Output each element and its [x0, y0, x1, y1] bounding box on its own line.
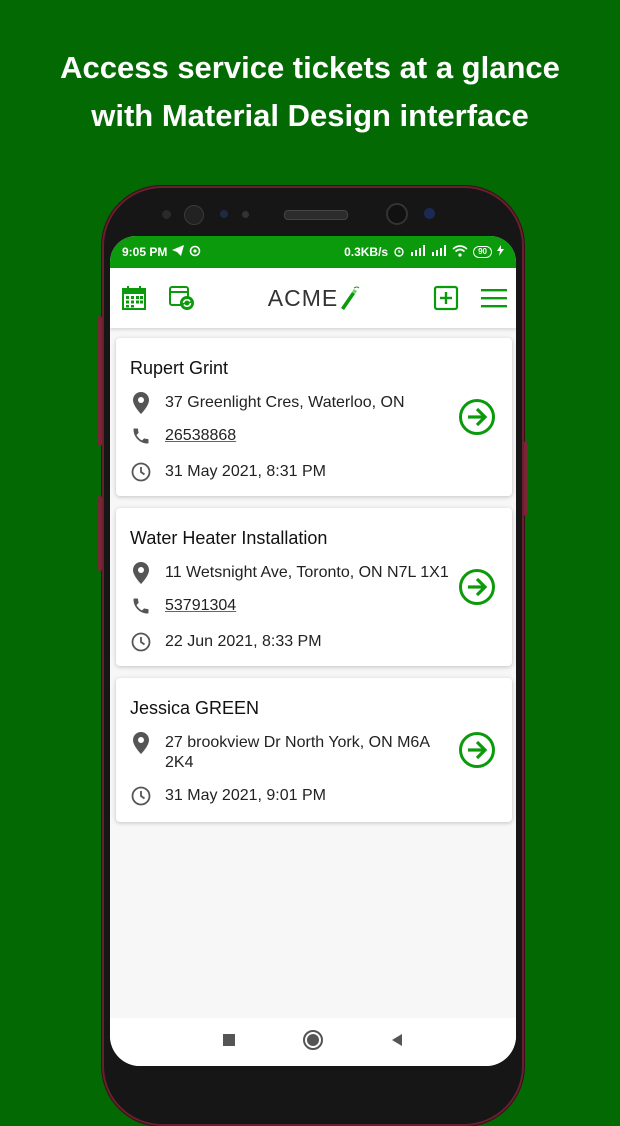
add-ticket-button[interactable]: [432, 284, 460, 312]
logo-text: ACME: [267, 284, 339, 311]
ticket-address: 37 Greenlight Cres, Waterloo, ON: [165, 394, 405, 411]
clock-icon: [130, 631, 152, 653]
open-ticket-arrow-icon[interactable]: [458, 568, 496, 606]
network-speed: 0.3KB/s: [344, 245, 389, 259]
alarm-icon: [393, 245, 405, 260]
phone-frame: 9:05 PM 0.3KB/s 90 ACME Rupert Grint 37 …: [98, 186, 528, 1126]
calendar-button[interactable]: [120, 284, 148, 312]
battery-icon: 90: [473, 246, 492, 258]
square-recents-icon: [223, 1033, 235, 1046]
back-button[interactable]: [390, 1033, 404, 1052]
acme-logo: ACME: [268, 285, 360, 312]
open-ticket-arrow-icon[interactable]: [458, 731, 496, 769]
charging-icon: [497, 245, 504, 259]
phone-screen: 9:05 PM 0.3KB/s 90 ACME Rupert Grint 37 …: [110, 236, 516, 1066]
rear-facing-camera: [386, 203, 408, 225]
hamburger-menu-icon: [480, 289, 507, 308]
location-pin-icon: [130, 562, 152, 584]
circle-home-icon: [303, 1029, 323, 1050]
front-camera: [184, 205, 204, 225]
system-navigation-bar: [110, 1018, 516, 1066]
clock-icon: [130, 785, 152, 807]
ticket-title: Water Heater Installation: [130, 528, 328, 548]
status-time: 9:05 PM: [122, 245, 168, 259]
menu-button[interactable]: [480, 284, 508, 312]
phone-side-button-left-2: [98, 496, 102, 571]
headline-line-2: with Material Design interface: [91, 98, 529, 133]
recents-button[interactable]: [222, 1033, 236, 1052]
phone-sensor-3: [242, 211, 249, 218]
ticket-address-row: 37 Greenlight Cres, Waterloo, ON: [130, 392, 452, 414]
headline-line-1: Access service tickets at a glance: [60, 50, 560, 85]
headline: Access service tickets at a glance with …: [0, 44, 620, 140]
wifi-icon: [452, 244, 468, 260]
telegram-icon: [172, 245, 185, 259]
phone-icon: [130, 595, 152, 617]
app-bar: ACME: [110, 268, 516, 328]
open-ticket-arrow-icon[interactable]: [458, 398, 496, 436]
signal-icon-2: [431, 245, 447, 259]
phone-icon: [130, 425, 152, 447]
ticket-datetime: 31 May 2021, 9:01 PM: [165, 787, 326, 804]
phone-sensor: [162, 210, 171, 219]
add-box-icon: [433, 285, 459, 311]
calendar-sync-icon: [169, 286, 194, 310]
calendar-icon: [122, 286, 146, 310]
ticket-card[interactable]: Jessica GREEN 27 brookview Dr North York…: [116, 678, 512, 822]
ticket-address-row: 11 Wetsnight Ave, Toronto, ON N7L 1X1: [130, 562, 452, 584]
triangle-back-icon: [392, 1033, 402, 1046]
ticket-address-row: 27 brookview Dr North York, ON M6A 2K4: [130, 732, 452, 773]
location-pin-icon: [130, 732, 152, 754]
ticket-phone-row: 26538868: [130, 425, 452, 447]
ticket-datetime-row: 31 May 2021, 9:01 PM: [130, 785, 452, 807]
ticket-address: 27 brookview Dr North York, ON M6A 2K4: [165, 734, 430, 771]
ticket-datetime: 31 May 2021, 8:31 PM: [165, 463, 326, 480]
ticket-card[interactable]: Rupert Grint 37 Greenlight Cres, Waterlo…: [116, 338, 512, 496]
pencil-logo-icon: [341, 286, 360, 310]
ticket-datetime-row: 31 May 2021, 8:31 PM: [130, 461, 452, 483]
ticket-phone-link[interactable]: 53791304: [165, 595, 236, 616]
ticket-address: 11 Wetsnight Ave, Toronto, ON N7L 1X1: [165, 564, 449, 581]
calendar-sync-button[interactable]: [168, 284, 196, 312]
phone-speaker: [284, 210, 348, 220]
ticket-list: Rupert Grint 37 Greenlight Cres, Waterlo…: [110, 328, 516, 822]
status-bar: 9:05 PM 0.3KB/s 90: [110, 236, 516, 268]
signal-icon-1: [410, 245, 426, 259]
phone-side-button-right: [524, 441, 528, 516]
home-button[interactable]: [302, 1029, 324, 1056]
ticket-phone-link[interactable]: 26538868: [165, 425, 236, 446]
phone-sensor-4: [424, 208, 435, 219]
location-pin-icon: [130, 392, 152, 414]
ticket-title: Jessica GREEN: [130, 698, 260, 718]
sync-icon: [189, 245, 201, 260]
ticket-datetime: 22 Jun 2021, 8:33 PM: [165, 633, 322, 650]
ticket-title: Rupert Grint: [130, 358, 229, 378]
ticket-datetime-row: 22 Jun 2021, 8:33 PM: [130, 631, 452, 653]
ticket-card[interactable]: Water Heater Installation 11 Wetsnight A…: [116, 508, 512, 666]
ticket-phone-row: 53791304: [130, 595, 452, 617]
phone-sensor-2: [220, 210, 228, 218]
clock-icon: [130, 461, 152, 483]
phone-side-button-left-1: [98, 316, 102, 446]
